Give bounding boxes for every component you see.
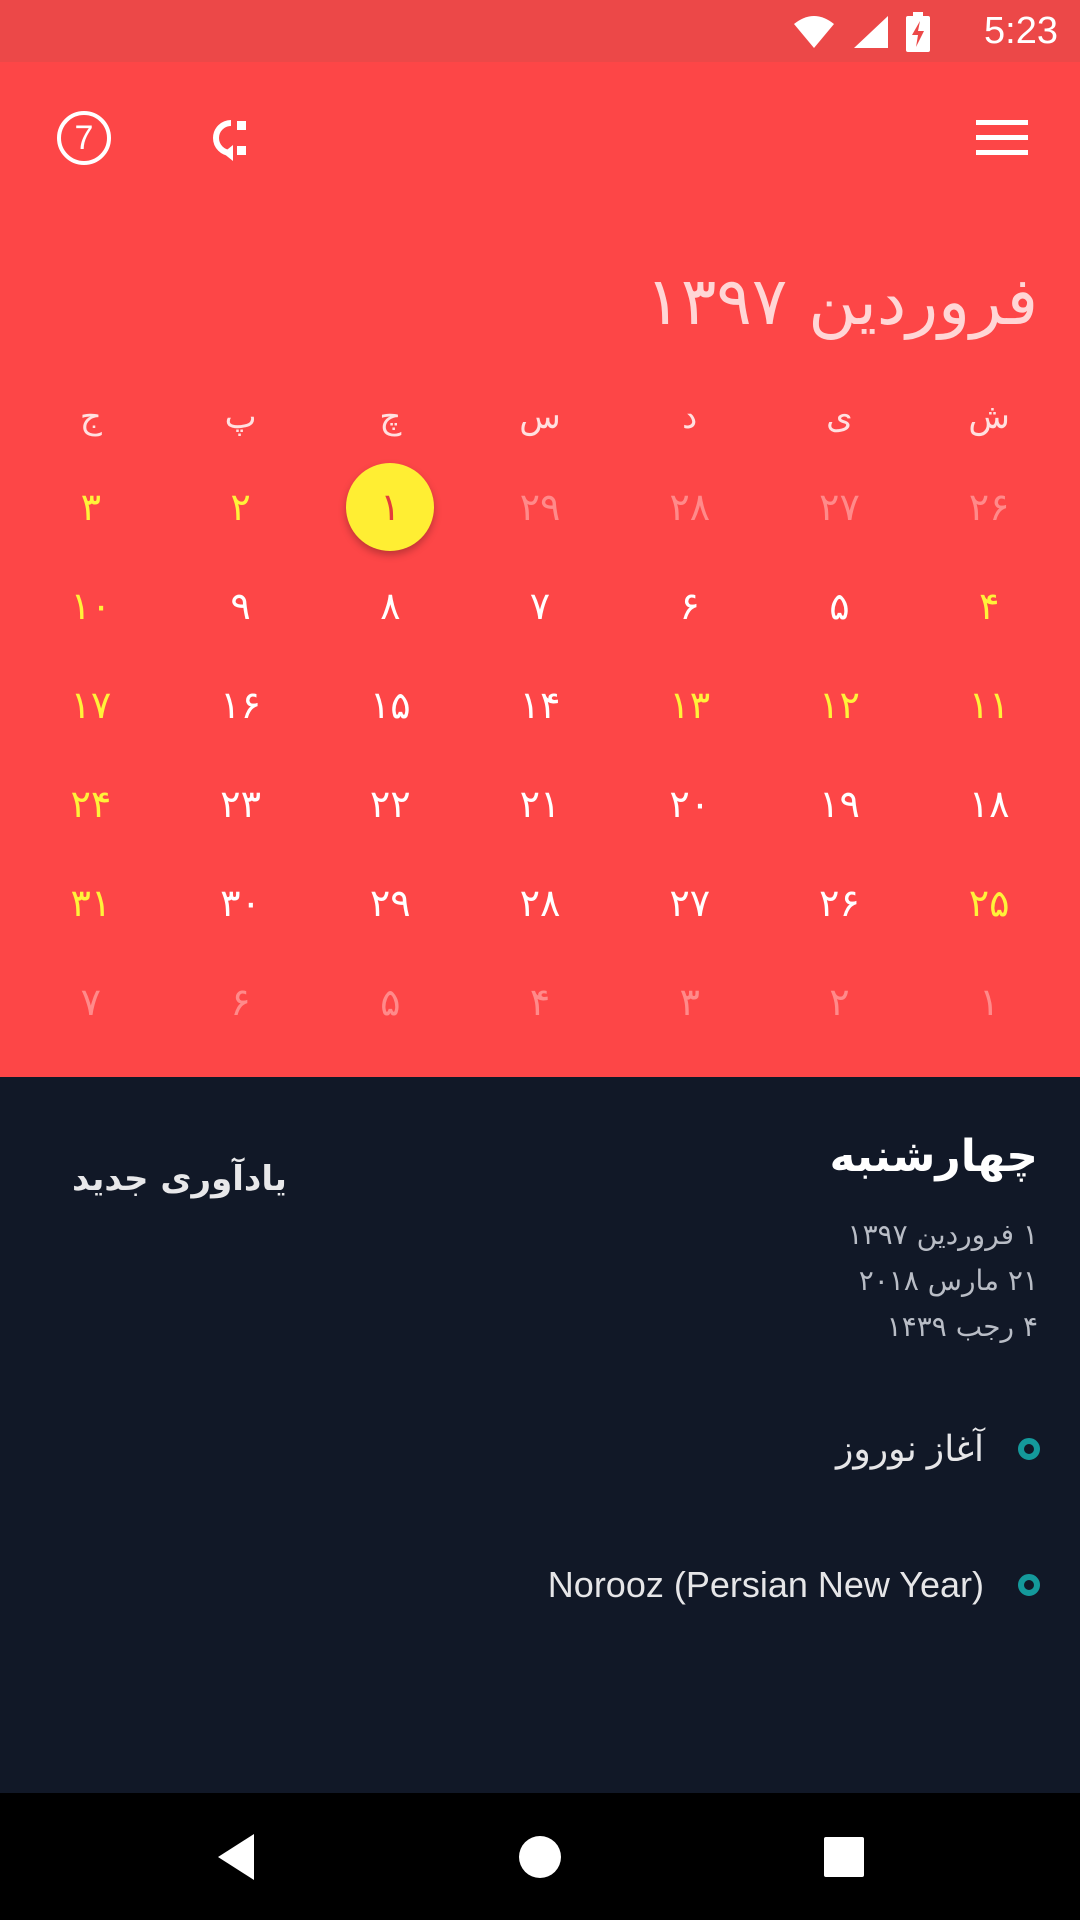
weekday-label: ی — [826, 397, 853, 437]
day-details: چهارشنبه ۱ فروردین ۱۳۹۷ ۲۱ مارس ۲۰۱۸ ۴ ر… — [0, 1077, 1080, 1793]
weekday-label: چ — [379, 397, 402, 437]
calendar-header: 7 فروردین ۱۳۹۷ شیدسچپج ۲۶ ۲۷ ۲۸ ۲۹ ۱ ۲ ۳ ۴ ۵ ۶ ۷ ۸ ۹… — [0, 62, 1080, 1077]
day-cell[interactable]: ۲۴ — [16, 754, 166, 853]
day-cell[interactable]: ۲۲ — [315, 754, 465, 853]
day-cell[interactable]: ۱۷ — [16, 655, 166, 754]
day-cell[interactable]: ۲ — [166, 457, 316, 556]
selected-day-badge: ۱ — [346, 462, 435, 551]
day-cell[interactable]: ۲۸ — [465, 853, 615, 952]
day-cell[interactable]: ۳۱ — [16, 853, 166, 952]
home-icon — [519, 1836, 561, 1878]
day-cell[interactable]: ۹ — [166, 556, 316, 655]
weekday-label: د — [682, 397, 698, 437]
day-cell[interactable]: ۲ — [765, 952, 915, 1051]
day-cell[interactable]: ۳۰ — [166, 853, 316, 952]
event-item[interactable]: Norooz (Persian New Year) — [548, 1555, 1040, 1615]
day-cell[interactable]: ۲۵ — [914, 853, 1064, 952]
gregorian-date: ۲۱ مارس ۲۰۱۸ — [858, 1264, 1038, 1297]
day-cell[interactable]: ۳ — [615, 952, 765, 1051]
event-dot-icon — [1018, 1438, 1040, 1460]
day-cell[interactable]: ۷ — [465, 556, 615, 655]
persian-date: ۱ فروردین ۱۳۹۷ — [847, 1218, 1038, 1251]
day-cell[interactable]: ۱۹ — [765, 754, 915, 853]
day-cell[interactable]: ۱۳ — [615, 655, 765, 754]
day-cell[interactable]: ۵ — [765, 556, 915, 655]
day-cell[interactable]: ۳ — [16, 457, 166, 556]
weekday-label: س — [519, 397, 561, 437]
event-dot-icon — [1018, 1574, 1040, 1596]
battery-charging-icon — [906, 12, 930, 52]
day-cell[interactable]: ۶ — [615, 556, 765, 655]
month-title: فروردین ۱۳۹۷ — [645, 263, 1039, 340]
day-cell[interactable]: ۲۹ — [465, 457, 615, 556]
back-button[interactable] — [200, 1821, 272, 1893]
weekday-label: ج — [79, 397, 102, 437]
day-cell[interactable]: ۲۹ — [315, 853, 465, 952]
day-cell[interactable]: ۲۷ — [765, 457, 915, 556]
status-icons — [792, 12, 930, 52]
day-cell[interactable]: ۱۱ — [914, 655, 1064, 754]
day-cell[interactable]: ۵ — [315, 952, 465, 1051]
back-icon — [218, 1834, 254, 1880]
wifi-icon — [794, 16, 834, 48]
day-cell[interactable]: ۶ — [166, 952, 316, 1051]
day-cell[interactable]: ۲۳ — [166, 754, 316, 853]
day-cell[interactable]: ۷ — [16, 952, 166, 1051]
day-cell[interactable]: ۲۸ — [615, 457, 765, 556]
day-cell[interactable]: ۲۱ — [465, 754, 615, 853]
day-cell-selected[interactable]: ۱ — [315, 457, 465, 556]
day-cell[interactable]: ۱۵ — [315, 655, 465, 754]
day-cell[interactable]: ۱۲ — [765, 655, 915, 754]
islamic-date: ۴ رجب ۱۴۳۹ — [886, 1310, 1038, 1343]
day-cell[interactable]: ۲۶ — [765, 853, 915, 952]
selected-date-lines: ۱ فروردین ۱۳۹۷ ۲۱ مارس ۲۰۱۸ ۴ رجب ۱۴۳۹ — [848, 1212, 1038, 1350]
menu-button[interactable] — [962, 98, 1042, 178]
day-cell[interactable]: ۱۶ — [166, 655, 316, 754]
event-title: Norooz (Persian New Year) — [547, 1564, 984, 1605]
menu-icon — [976, 120, 1028, 155]
day-cell[interactable]: ۱۸ — [914, 754, 1064, 853]
status-bar: 5:23 — [0, 0, 1080, 62]
signal-icon — [854, 16, 888, 48]
navigation-bar — [0, 1793, 1080, 1920]
month-grid: ۲۶ ۲۷ ۲۸ ۲۹ ۱ ۲ ۳ ۴ ۵ ۶ ۷ ۸ ۹ ۱۰ ۱۱ ۱۲ ۱۳ ۱۴ ۱۵ ۱۶ ۱۷ ۱۸ ۱۹ ۲۰ ۲… — [0, 457, 1080, 1051]
weekday-label: پ — [224, 397, 257, 437]
day-cell[interactable]: ۱۴ — [465, 655, 615, 754]
day-cell[interactable]: ۲۷ — [615, 853, 765, 952]
event-item[interactable]: آغاز نوروز — [836, 1419, 1040, 1479]
today-icon: 7 — [57, 111, 111, 165]
day-cell[interactable]: ۴ — [914, 556, 1064, 655]
status-time: 5:23 — [984, 10, 1058, 52]
day-cell[interactable]: ۲۰ — [615, 754, 765, 853]
new-reminder-button[interactable]: یادآوری جدید — [72, 1159, 287, 1199]
convert-date-button[interactable] — [186, 98, 266, 178]
day-cell[interactable]: ۲۶ — [914, 457, 1064, 556]
weekday-label: ش — [968, 397, 1010, 437]
weekday-header: شیدسچپج — [0, 377, 1080, 457]
today-button[interactable]: 7 — [44, 98, 124, 178]
day-cell[interactable]: ۴ — [465, 952, 615, 1051]
day-cell[interactable]: ۸ — [315, 556, 465, 655]
selected-weekday: چهارشنبه — [829, 1131, 1038, 1182]
day-cell[interactable]: ۱ — [914, 952, 1064, 1051]
recents-icon — [824, 1837, 864, 1877]
recents-button[interactable] — [808, 1821, 880, 1893]
home-button[interactable] — [504, 1821, 576, 1893]
day-cell[interactable]: ۱۰ — [16, 556, 166, 655]
event-title: آغاز نوروز — [836, 1428, 984, 1469]
convert-icon — [213, 120, 246, 161]
